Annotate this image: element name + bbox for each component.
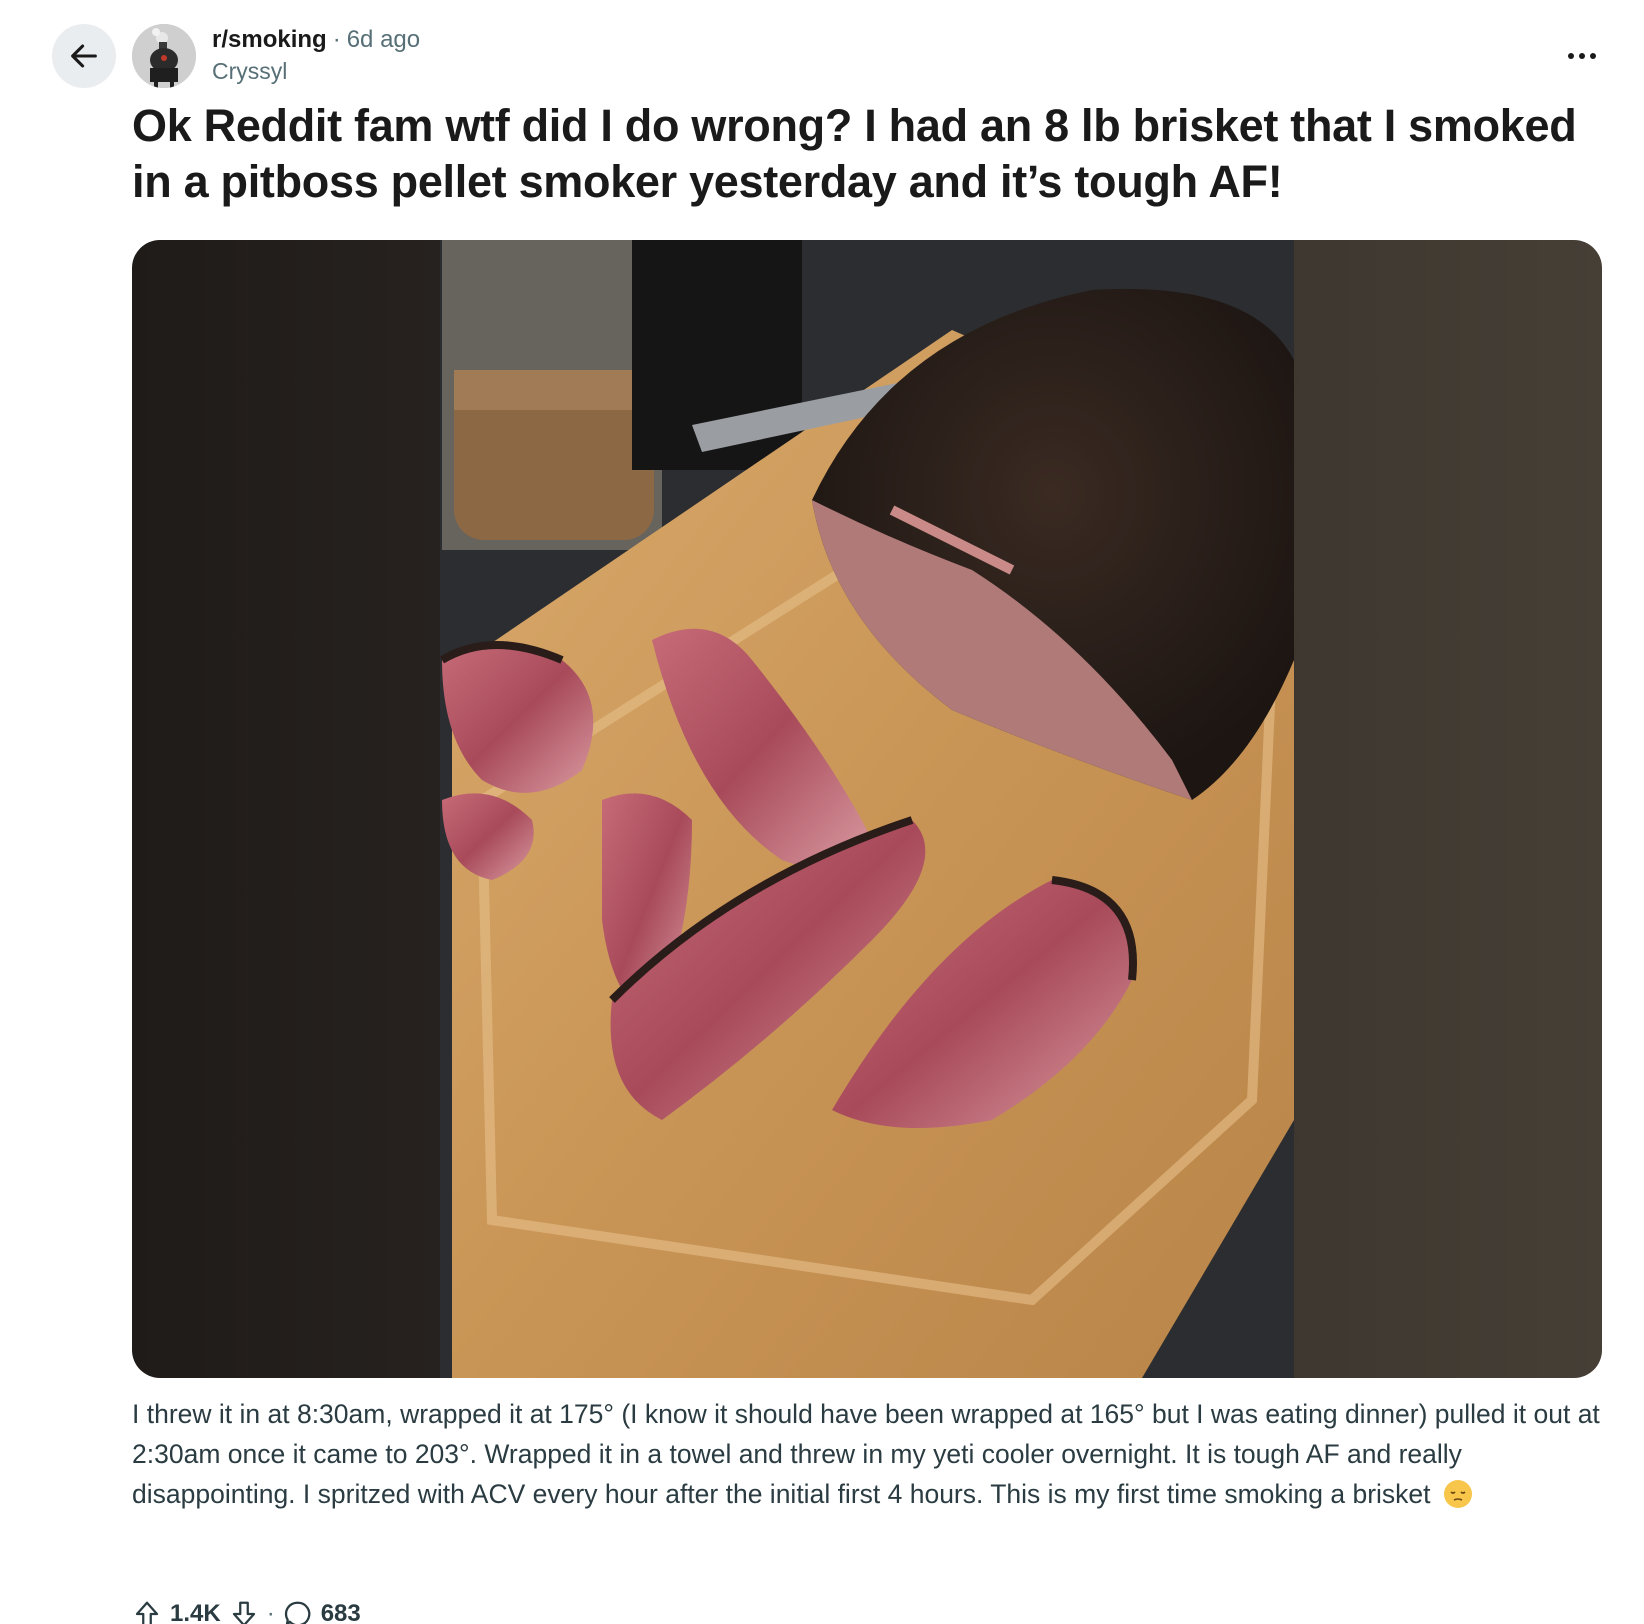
post-action-bar: 1.4K · 683 xyxy=(132,1592,361,1624)
meta-separator: · xyxy=(332,26,341,53)
post-title: Ok Reddit fam wtf did I do wrong? I had … xyxy=(132,100,1577,207)
post-body-text: I threw it in at 8:30am, wrapped it at 1… xyxy=(132,1399,1600,1509)
comments-button[interactable] xyxy=(283,1599,313,1624)
subreddit-link[interactable]: r/smoking xyxy=(212,26,327,53)
post-page: r/smoking · 6d ago Cryssyl Ok Reddit fam w… xyxy=(0,0,1644,1624)
brisket-photo xyxy=(439,240,1294,1378)
downvote-arrow-icon xyxy=(232,1601,255,1624)
upvote-button[interactable] xyxy=(132,1599,162,1624)
upvote-arrow-icon xyxy=(135,1601,159,1624)
downvote-button[interactable] xyxy=(229,1599,259,1624)
post-meta-row: r/smoking · 6d ago xyxy=(212,24,420,56)
post-age: 6d ago xyxy=(346,26,421,53)
more-horizontal-icon xyxy=(1568,53,1596,59)
more-options-button[interactable] xyxy=(1556,36,1608,76)
action-separator: · xyxy=(266,1600,275,1624)
subreddit-avatar[interactable] xyxy=(132,24,196,88)
post-meta: r/smoking · 6d ago Cryssyl xyxy=(212,24,420,88)
comment-count[interactable]: 683 xyxy=(321,1600,361,1624)
comment-bubble-icon xyxy=(284,1601,311,1624)
vote-count: 1.4K xyxy=(170,1600,221,1624)
post-body: I threw it in at 8:30am, wrapped it at 1… xyxy=(132,1394,1612,1514)
pensive-face-icon xyxy=(1443,1480,1472,1508)
post-author[interactable]: Cryssyl xyxy=(212,56,420,86)
smoker-avatar-image xyxy=(132,24,196,88)
arrow-left-icon xyxy=(71,44,97,68)
post-image[interactable] xyxy=(132,240,1602,1378)
back-button[interactable] xyxy=(52,24,116,88)
